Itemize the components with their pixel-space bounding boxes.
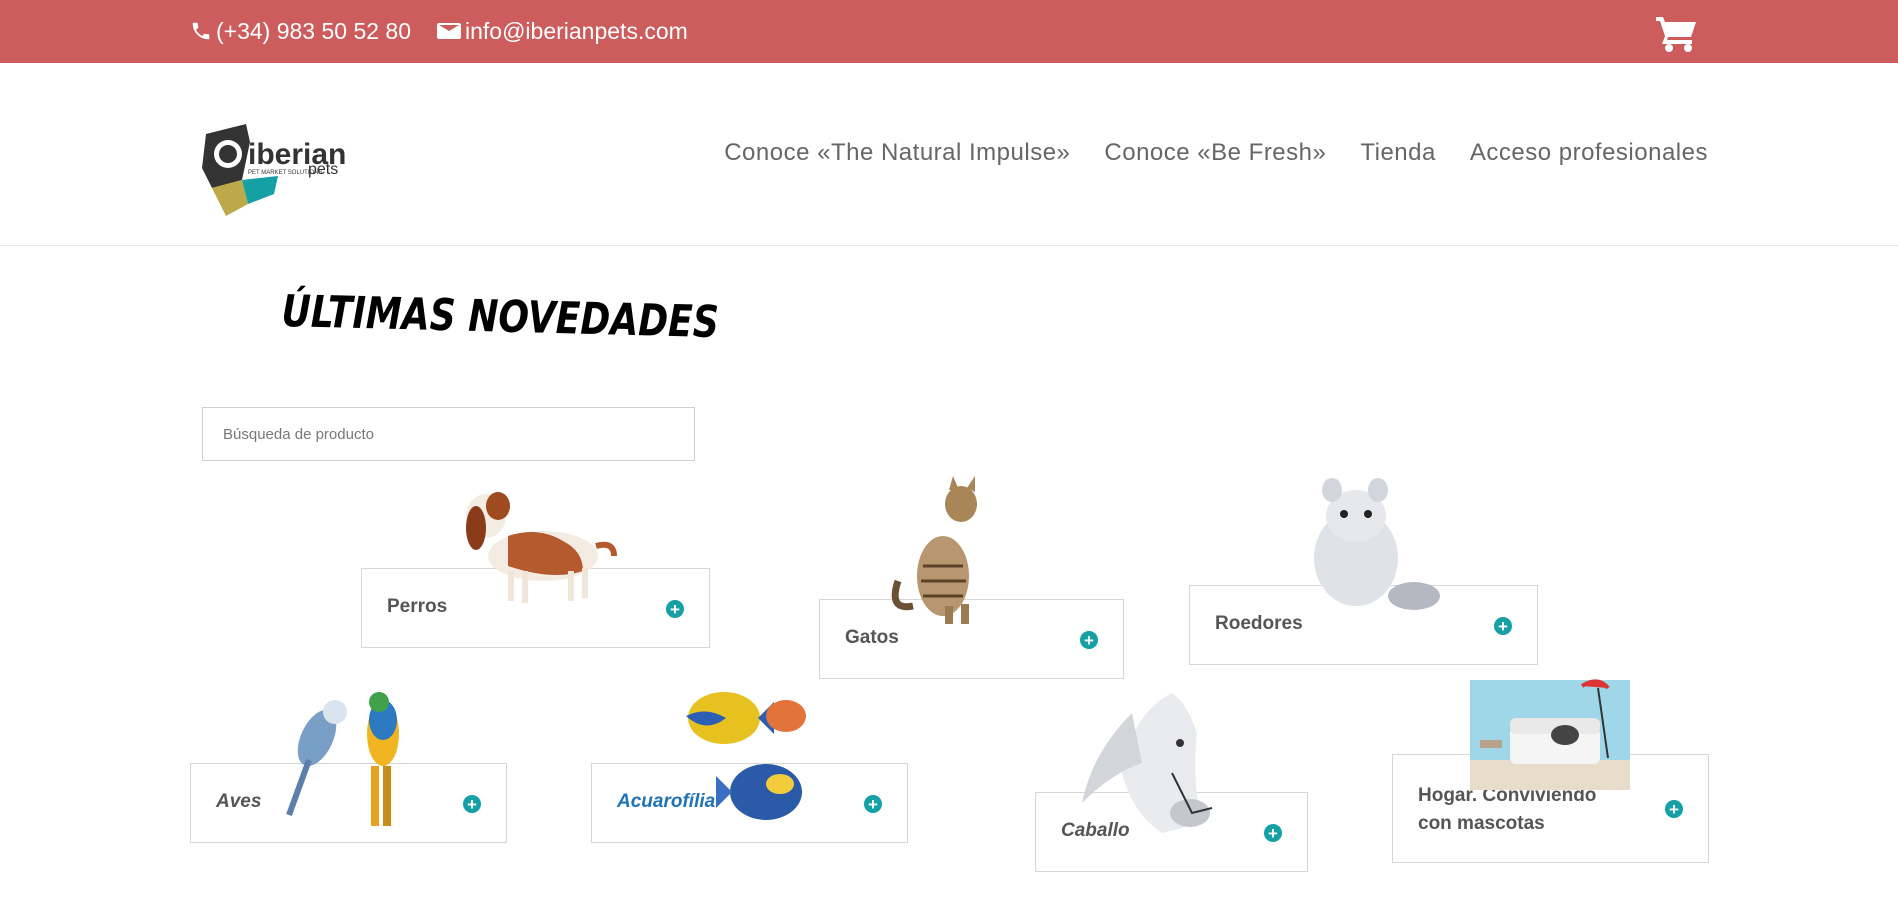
- nav-tienda[interactable]: Tienda: [1360, 139, 1436, 167]
- phone-contact[interactable]: (+34) 983 50 52 80: [190, 15, 411, 47]
- plus-icon[interactable]: +: [666, 600, 684, 618]
- envelope-icon: [437, 23, 461, 39]
- logo-brand-secondary: pets: [308, 161, 338, 178]
- category-label-perros[interactable]: Perros: [387, 593, 447, 621]
- fish-illustration: [686, 692, 806, 820]
- dog-illustration: [466, 492, 617, 603]
- plus-icon[interactable]: +: [463, 795, 481, 813]
- category-label-roedores[interactable]: Roedores: [1215, 610, 1303, 638]
- parrots-illustration: [286, 692, 399, 826]
- cat-illustration: [891, 476, 977, 624]
- page-title: ÚLTIMAS NOVEDADES: [281, 286, 720, 349]
- category-label-gatos[interactable]: Gatos: [845, 624, 899, 652]
- site-header: iberian PET MARKET SOLUTIONS pets Conoce…: [0, 63, 1898, 246]
- plus-icon[interactable]: +: [1080, 631, 1098, 649]
- horse-illustration: [1082, 693, 1213, 833]
- plus-icon[interactable]: +: [1264, 824, 1282, 842]
- product-search-input[interactable]: [203, 408, 694, 460]
- nav-natural-impulse[interactable]: Conoce «The Natural Impulse»: [724, 139, 1070, 167]
- nav-be-fresh[interactable]: Conoce «Be Fresh»: [1104, 139, 1326, 167]
- chinchilla-illustration: [1314, 478, 1440, 610]
- category-label-aves[interactable]: Aves: [216, 788, 261, 816]
- product-search-box[interactable]: [202, 407, 695, 461]
- category-label-hogar[interactable]: Hogar. Conviviendo con mascotas: [1418, 782, 1596, 838]
- plus-icon[interactable]: +: [1494, 617, 1512, 635]
- email-contact[interactable]: info@iberianpets.com: [437, 15, 688, 47]
- iberian-pets-logo[interactable]: iberian PET MARKET SOLUTIONS pets: [198, 124, 348, 222]
- nav-acceso-profesionales[interactable]: Acceso profesionales: [1470, 139, 1708, 167]
- living-room-illustration: [1470, 679, 1630, 790]
- main-nav: Conoce «The Natural Impulse» Conoce «Be …: [724, 139, 1708, 167]
- email-address[interactable]: info@iberianpets.com: [465, 18, 688, 45]
- top-bar: (+34) 983 50 52 80 info@iberianpets.com: [0, 0, 1898, 63]
- phone-number[interactable]: (+34) 983 50 52 80: [216, 18, 411, 45]
- phone-icon: [192, 22, 210, 40]
- plus-icon[interactable]: +: [864, 795, 882, 813]
- plus-icon[interactable]: +: [1665, 800, 1683, 818]
- category-label-hogar-line2: con mascotas: [1418, 813, 1545, 834]
- shopping-cart-icon[interactable]: [1656, 15, 1698, 53]
